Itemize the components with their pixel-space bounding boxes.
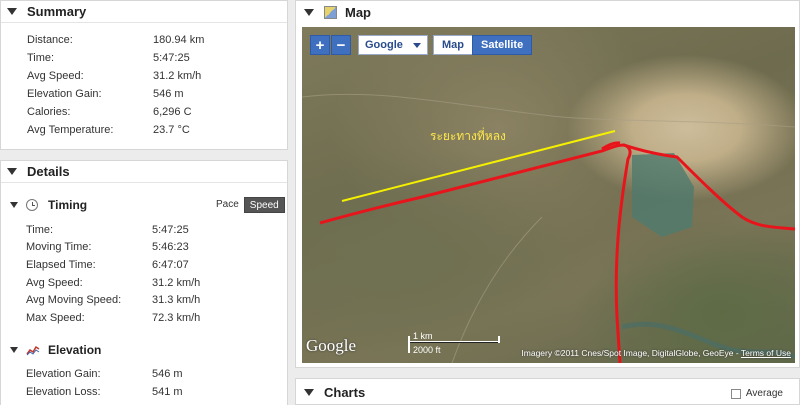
timing-row-elapsed-time: Elapsed Time: 6:47:07 xyxy=(26,256,189,273)
row-label: Avg Speed: xyxy=(27,69,84,82)
row-label: Calories: xyxy=(27,105,71,118)
timing-row-avg-speed: Avg Speed: 31.2 km/h xyxy=(26,274,200,291)
elevation-title: Elevation xyxy=(48,343,102,357)
summary-row-calories: Calories: 6,296 C xyxy=(27,103,192,120)
row-value: 546 m xyxy=(153,87,184,100)
row-value: 5:47:25 xyxy=(153,51,190,64)
charts-title: Charts xyxy=(324,384,366,400)
row-label: Time: xyxy=(26,223,54,236)
collapse-triangle-icon[interactable] xyxy=(304,388,314,396)
provider-value: Google xyxy=(365,39,403,51)
chevron-down-icon xyxy=(413,42,421,48)
pace-speed-toggle: Pace Speed xyxy=(211,197,285,213)
summary-row-avg-temperature: Avg Temperature: 23.7 °C xyxy=(27,121,190,138)
row-value: 31.2 km/h xyxy=(153,69,202,82)
google-logo: Google xyxy=(306,336,357,355)
elevation-header[interactable]: Elevation xyxy=(10,340,101,360)
row-value: 5:46:23 xyxy=(152,240,189,253)
summary-row-time: Time: 5:47:25 xyxy=(27,49,190,66)
scale-ft-label: 2000 ft xyxy=(413,345,441,355)
map-icon xyxy=(324,5,337,19)
row-label: Elevation Loss: xyxy=(26,385,101,398)
row-label: Avg Temperature: xyxy=(27,123,114,136)
zoom-out-button[interactable]: − xyxy=(331,35,351,55)
scale-bar: 1 km 2000 ft xyxy=(408,331,500,357)
collapse-triangle-icon[interactable] xyxy=(7,168,17,175)
row-value: 31.2 km/h xyxy=(152,276,201,289)
collapse-triangle-icon[interactable] xyxy=(10,202,18,208)
scale-line xyxy=(408,341,500,343)
collapse-triangle-icon[interactable] xyxy=(304,8,314,16)
provider-dropdown[interactable]: Google xyxy=(358,35,428,55)
row-label: Elapsed Time: xyxy=(26,258,96,271)
summary-row-distance: Distance: 180.94 km xyxy=(27,31,204,48)
charts-panel: Charts Average xyxy=(295,378,800,405)
summary-title: Summary xyxy=(27,4,87,19)
row-label: Distance: xyxy=(27,33,73,46)
clock-icon xyxy=(26,199,38,211)
row-label: Moving Time: xyxy=(26,240,92,253)
row-value: 546 m xyxy=(152,367,183,380)
timing-row-avg-moving-speed: Avg Moving Speed: 31.3 km/h xyxy=(26,291,200,308)
scale-km-label: 1 km xyxy=(413,331,433,341)
map-viewport[interactable]: + − Google Map Satellite ระยะทางที่หลง G… xyxy=(302,27,795,363)
timing-row-max-speed: Max Speed: 72.3 km/h xyxy=(26,309,200,326)
row-value: 23.7 °C xyxy=(153,123,190,136)
row-value: 541 m xyxy=(152,385,183,398)
summary-panel: Summary Distance: 180.94 km Time: 5:47:25 … xyxy=(0,0,288,150)
row-label: Max Speed: xyxy=(26,311,85,324)
average-label: Average xyxy=(745,388,783,399)
summary-row-avg-speed: Avg Speed: 31.2 km/h xyxy=(27,67,201,84)
row-value: 180.94 km xyxy=(153,33,205,46)
row-label: Avg Speed: xyxy=(26,276,83,289)
details-header[interactable]: Details xyxy=(1,161,287,183)
row-value: 5:47:25 xyxy=(152,223,189,236)
row-value: 72.3 km/h xyxy=(152,311,201,324)
map-overlay xyxy=(302,93,795,363)
row-label: Avg Moving Speed: xyxy=(26,293,122,306)
collapse-triangle-icon[interactable] xyxy=(10,347,18,353)
row-label: Time: xyxy=(27,51,55,64)
road-line xyxy=(302,93,795,128)
charts-header[interactable]: Charts xyxy=(296,379,799,405)
timing-row-time: Time: 5:47:25 xyxy=(26,221,189,238)
scale-tick xyxy=(498,336,500,343)
terms-of-use-link[interactable]: Terms of Use xyxy=(741,348,791,358)
summary-row-elevation-gain: Elevation Gain: 546 m xyxy=(27,85,184,102)
elevation-row-gain: Elevation Gain: 546 m xyxy=(26,365,183,382)
row-value: 31.3 km/h xyxy=(152,293,201,306)
timing-row-moving-time: Moving Time: 5:46:23 xyxy=(26,238,189,255)
elevation-row-loss: Elevation Loss: 541 m xyxy=(26,383,183,400)
map-type-button[interactable]: Map xyxy=(433,35,473,55)
timing-header[interactable]: Timing xyxy=(10,195,87,215)
scale-tick xyxy=(408,336,410,353)
zoom-in-button[interactable]: + xyxy=(310,35,330,55)
map-header[interactable]: Map xyxy=(296,1,799,23)
timing-title: Timing xyxy=(48,198,88,212)
elevation-icon xyxy=(26,345,40,356)
route-annotation-label: ระยะทางที่หลง xyxy=(430,129,506,143)
row-label: Elevation Gain: xyxy=(26,367,101,380)
satellite-type-button[interactable]: Satellite xyxy=(472,35,533,55)
row-label: Elevation Gain: xyxy=(27,87,102,100)
summary-header[interactable]: Summary xyxy=(1,1,287,23)
average-checkbox[interactable] xyxy=(730,388,741,399)
collapse-triangle-icon[interactable] xyxy=(7,8,17,15)
pace-button[interactable]: Pace xyxy=(211,197,244,213)
attribution-text: Imagery ©2011 Cnes/Spot Image, DigitalGl… xyxy=(521,348,734,358)
map-attribution: Imagery ©2011 Cnes/Spot Image, DigitalGl… xyxy=(521,348,791,358)
map-title: Map xyxy=(345,4,371,20)
average-checkbox-group[interactable]: Average xyxy=(730,388,783,399)
map-panel: Map + − Google Map Satellite ระยะทางที่ห… xyxy=(295,0,800,368)
speed-button[interactable]: Speed xyxy=(243,197,285,213)
details-title: Details xyxy=(27,164,70,179)
row-value: 6,296 C xyxy=(153,105,192,118)
row-value: 6:47:07 xyxy=(152,258,189,271)
